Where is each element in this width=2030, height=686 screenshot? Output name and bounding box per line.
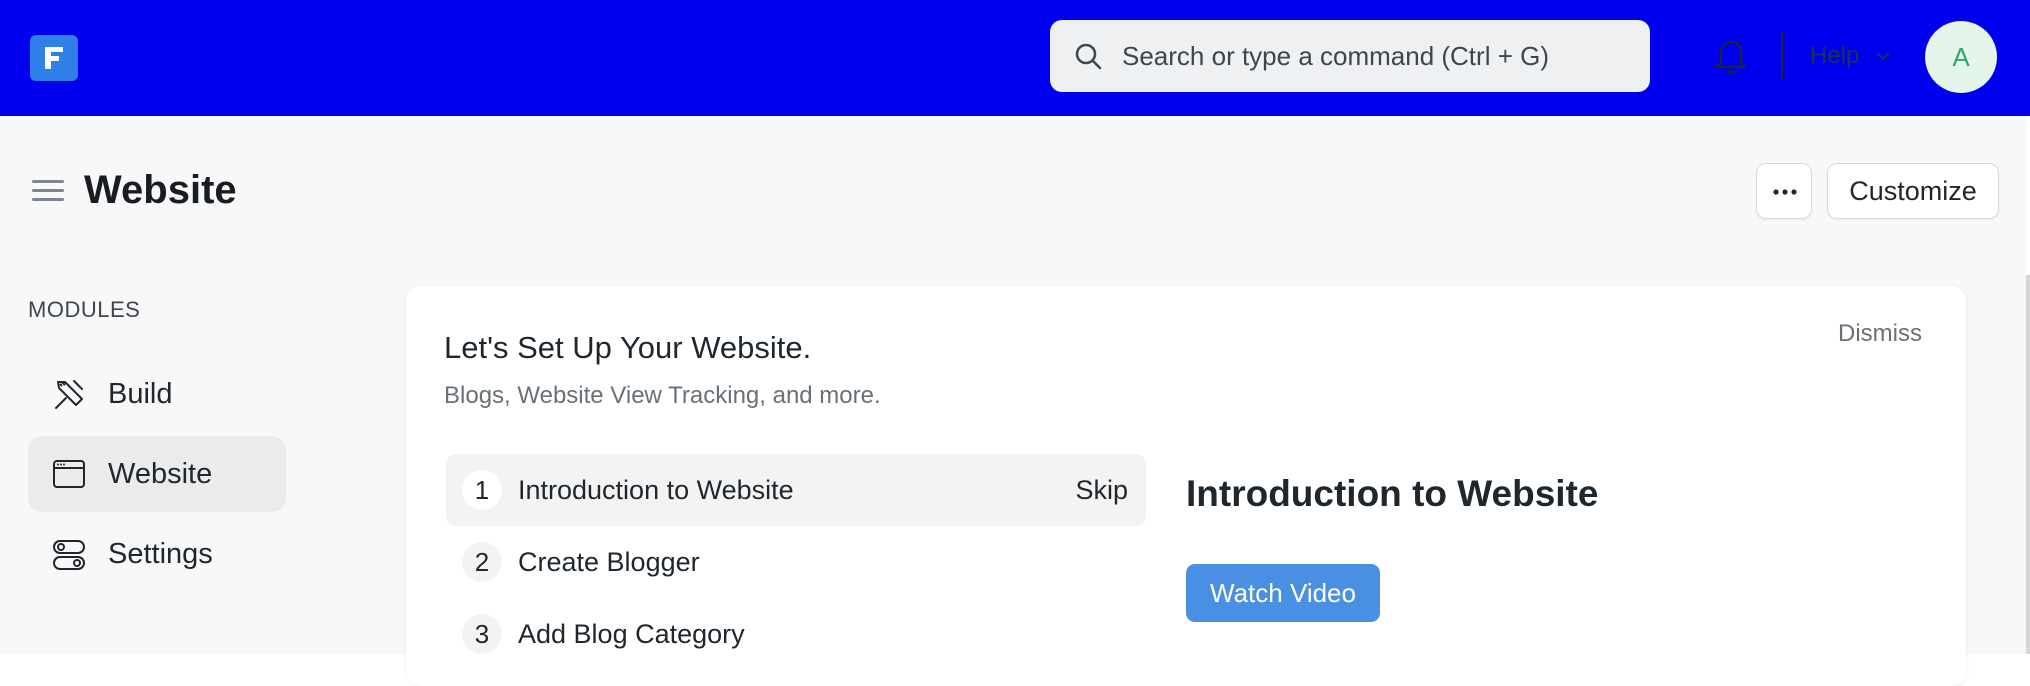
sidebar-item-settings[interactable]: Settings — [28, 516, 286, 592]
sidebar-item-label: Settings — [108, 538, 213, 570]
watch-video-button[interactable]: Watch Video — [1186, 564, 1380, 622]
navbar: Search or type a command (Ctrl + G) Help… — [0, 0, 2030, 116]
more-actions-button[interactable] — [1756, 163, 1812, 219]
tools-icon — [55, 380, 83, 409]
onboarding-step[interactable]: 3 Add Blog Category — [446, 598, 1146, 670]
step-number: 3 — [462, 614, 502, 654]
step-number: 2 — [462, 542, 502, 582]
app-logo[interactable] — [30, 35, 78, 81]
search-icon — [1075, 43, 1102, 70]
sidebar-item-label: Website — [108, 458, 213, 490]
logo-icon — [45, 47, 63, 69]
help-dropdown[interactable]: Help — [1810, 40, 1890, 72]
step-number: 1 — [462, 470, 502, 510]
onboarding-title: Let's Set Up Your Website. — [444, 330, 812, 365]
browser-window-icon — [53, 460, 85, 488]
step-label: Add Blog Category — [518, 619, 745, 649]
customize-button[interactable]: Customize — [1827, 163, 1999, 219]
search-bar[interactable]: Search or type a command (Ctrl + G) — [1050, 20, 1650, 92]
search-placeholder: Search or type a command (Ctrl + G) — [1122, 41, 1549, 71]
onboarding-card: Let's Set Up Your Website. Blogs, Websit… — [406, 286, 1966, 686]
onboarding-step[interactable]: 2 Create Blogger — [446, 526, 1146, 598]
step-label: Create Blogger — [518, 547, 700, 577]
help-label: Help — [1810, 42, 1860, 69]
toggles-icon — [53, 540, 85, 570]
sidebar-section-label: MODULES — [28, 297, 141, 322]
sidebar-toggle-icon[interactable] — [32, 178, 64, 204]
chevron-down-icon — [1876, 52, 1890, 61]
notification-bell-icon[interactable] — [1714, 38, 1748, 76]
onboarding-subtitle: Blogs, Website View Tracking, and more. — [444, 382, 881, 409]
sidebar-item-build[interactable]: Build — [28, 356, 286, 432]
skip-step-link[interactable]: Skip — [1075, 472, 1128, 508]
step-detail-title: Introduction to Website — [1186, 473, 1599, 514]
sidebar-item-website[interactable]: Website — [28, 436, 286, 512]
step-label: Introduction to Website — [518, 475, 794, 505]
scrollbar-thumb[interactable] — [2026, 275, 2030, 654]
ellipsis-icon — [1773, 189, 1797, 195]
onboarding-step[interactable]: 1 Introduction to Website Skip — [446, 454, 1146, 526]
sidebar-item-label: Build — [108, 378, 173, 410]
user-avatar[interactable]: A — [1925, 21, 1997, 93]
navbar-divider — [1781, 31, 1783, 79]
page-title: Website — [84, 168, 237, 212]
dismiss-link[interactable]: Dismiss — [1838, 318, 1922, 350]
